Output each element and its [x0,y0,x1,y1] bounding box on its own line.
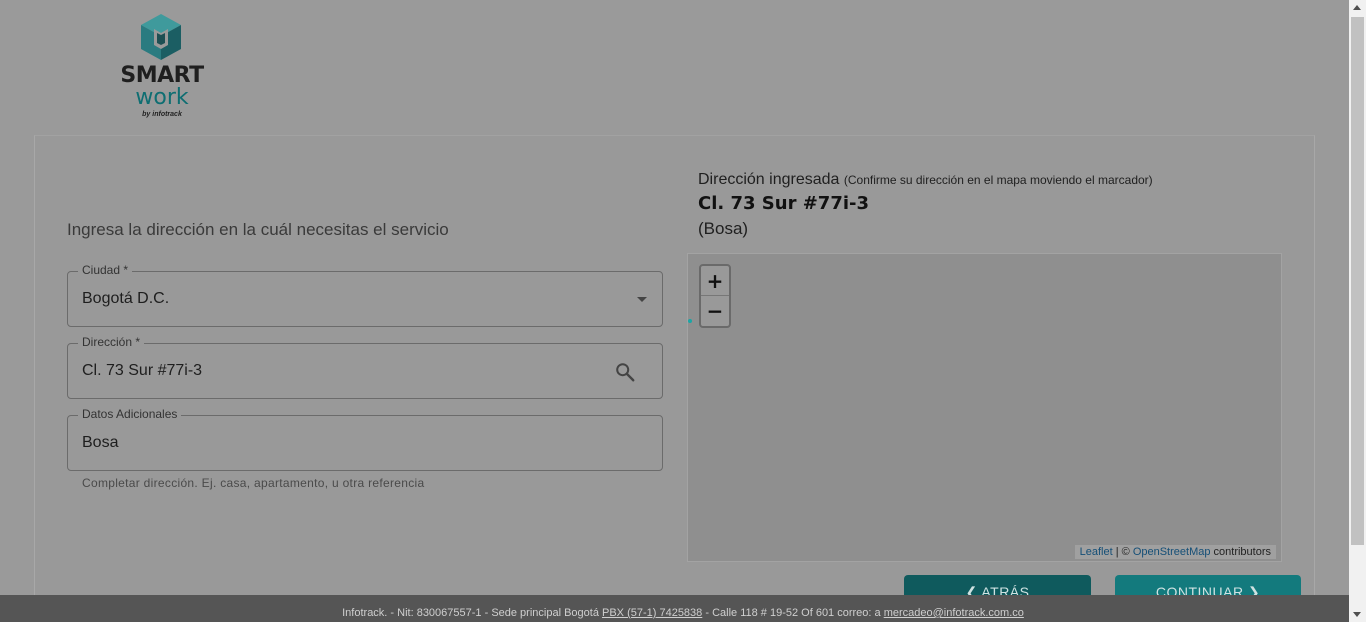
datos-adicionales-field[interactable]: Datos Adicionales Bosa [67,407,663,471]
logo-byline: by infotrack [142,111,182,118]
footer: Infotrack. - Nit: 830067557-1 - Sede pri… [0,595,1366,622]
direccion-label: Dirección * [78,335,145,349]
search-icon[interactable] [614,361,636,383]
scroll-down-arrow-icon[interactable] [1353,612,1361,617]
scroll-up-arrow-icon[interactable] [1353,5,1361,10]
ciudad-label: Ciudad * [78,263,133,277]
chevron-down-icon[interactable] [637,297,647,302]
zoom-out-button[interactable]: − [701,296,729,326]
map-marker-dot[interactable] [688,319,692,323]
direccion-value[interactable]: Cl. 73 Sur #77i-3 [82,362,202,380]
scrollbar-thumb[interactable] [1351,17,1364,545]
attribution-separator: | © [1112,546,1133,558]
leaflet-link[interactable]: Leaflet [1080,546,1113,558]
cube-logo-icon [141,14,181,60]
zoom-in-button[interactable]: + [701,266,729,296]
address-heading: Dirección ingresada (Confirme su direcci… [698,171,1153,189]
address-main: Cl. 73 Sur #77i-3 [698,193,870,214]
form-title: Ingresa la dirección en la cuál necesita… [67,220,449,239]
footer-company-text: Infotrack. - Nit: 830067557-1 - Sede pri… [342,607,602,619]
map-view[interactable]: + − Leaflet | © OpenStreetMap contributo… [687,253,1282,562]
ciudad-value: Bogotá D.C. [82,290,170,307]
address-hint: (Confirme su dirección en el mapa movien… [843,173,1153,187]
map-attribution: Leaflet | © OpenStreetMap contributors [1074,545,1276,559]
zoom-control: + − [699,264,731,328]
vertical-scrollbar[interactable] [1349,0,1366,622]
footer-address-text: - Calle 118 # 19-52 Of 601 correo: a [702,607,884,619]
footer-phone-link[interactable]: PBX (57-1) 7425838 [602,607,702,619]
direccion-field[interactable]: Dirección * Cl. 73 Sur #77i-3 [67,335,663,399]
footer-email-link[interactable]: mercadeo@infotrack.com.co [884,607,1024,619]
datos-adicionales-value[interactable]: Bosa [82,434,118,452]
openstreetmap-link[interactable]: OpenStreetMap [1133,546,1211,558]
datos-adicionales-label: Datos Adicionales [78,407,182,421]
address-locality: (Bosa) [698,219,749,238]
ciudad-select[interactable]: Ciudad * Bogotá D.C. [67,263,663,327]
address-heading-label: Dirección ingresada [698,171,840,188]
datos-helper-text: Completar dirección. Ej. casa, apartamen… [82,476,425,490]
logo-text-work: work [135,85,189,110]
attribution-suffix: contributors [1210,546,1271,558]
smartwork-logo: SMART work by infotrack [116,10,208,122]
